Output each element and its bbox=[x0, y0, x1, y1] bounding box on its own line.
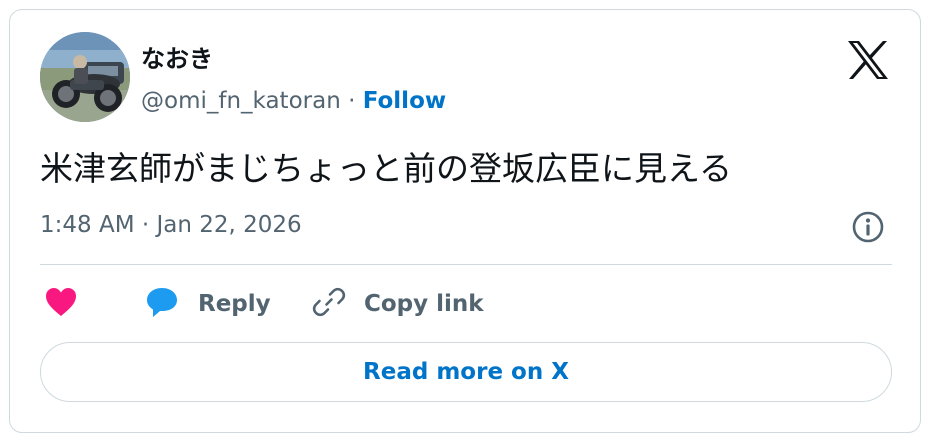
link-icon bbox=[312, 285, 346, 323]
author-handle[interactable]: @omi_fn_katoran bbox=[141, 88, 341, 114]
tweet-timestamp[interactable]: 1:48 AM · Jan 22, 2026 bbox=[40, 210, 302, 240]
divider bbox=[40, 264, 892, 265]
handle-separator: · bbox=[348, 88, 356, 114]
follow-link[interactable]: Follow bbox=[363, 88, 446, 114]
read-more-label: Read more on X bbox=[363, 359, 569, 385]
info-icon[interactable] bbox=[851, 210, 885, 244]
author-handle-line: @omi_fn_katoran · Follow bbox=[141, 86, 446, 116]
tweet-card: なおき @omi_fn_katoran · Follow 米津玄師がまじちょっと… bbox=[9, 9, 921, 433]
reply-label: Reply bbox=[198, 291, 271, 317]
like-button[interactable] bbox=[44, 286, 78, 322]
avatar[interactable] bbox=[40, 32, 130, 122]
copy-link-label: Copy link bbox=[364, 291, 484, 317]
avatar-photo bbox=[40, 32, 130, 122]
heart-icon bbox=[44, 286, 78, 322]
tweet-text: 米津玄師がまじちょっと前の登坂広臣に見える bbox=[40, 149, 733, 188]
copy-link-button[interactable]: Copy link bbox=[312, 286, 484, 322]
x-logo-icon[interactable] bbox=[846, 40, 890, 80]
read-more-button[interactable]: Read more on X bbox=[40, 342, 892, 402]
speech-bubble-icon bbox=[144, 285, 180, 323]
reply-button[interactable]: Reply bbox=[144, 286, 271, 322]
author-display-name[interactable]: なおき bbox=[141, 44, 213, 74]
